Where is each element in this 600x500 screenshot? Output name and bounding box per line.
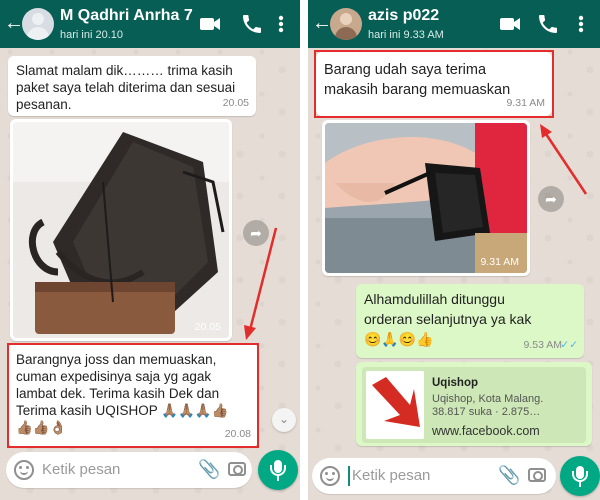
chat-screen-left: ← M Qadhri Anrha 7 hari ini 20.10 Slamat… — [0, 0, 300, 500]
message-time: 9.53 AM — [523, 339, 562, 351]
link-preview-title: Uqishop — [432, 377, 478, 389]
emoji-icon[interactable] — [320, 466, 340, 486]
mic-button[interactable] — [258, 450, 298, 490]
attach-icon[interactable]: 📎 — [498, 466, 520, 484]
link-preview-url[interactable]: www.facebook.com — [432, 423, 540, 440]
message-input-placeholder[interactable]: Ketik pesan — [42, 461, 120, 478]
annotation-arrow — [244, 227, 278, 340]
facebook-thumbnail — [366, 371, 424, 439]
camera-icon[interactable] — [528, 468, 546, 482]
mic-button[interactable] — [560, 456, 600, 496]
link-preview-description: Uqishop, Kota Malang. 38.817 suka · 2.87… — [432, 393, 544, 418]
emoji-icon[interactable] — [14, 460, 34, 480]
link-preview-card[interactable]: Uqishop Uqishop, Kota Malang. 38.817 suk… — [362, 367, 586, 443]
outgoing-message-bubble[interactable]: Alhamdulillah ditunggu orderan selanjutn… — [356, 284, 584, 358]
chat-screen-right: ← azis p022 hari ini 9.33 AM Barang udah… — [308, 0, 600, 500]
attach-icon[interactable]: 📎 — [198, 460, 220, 478]
camera-icon[interactable] — [228, 462, 246, 476]
text-cursor — [348, 466, 350, 486]
message-input-placeholder[interactable]: Ketik pesan — [352, 467, 430, 484]
red-arrow-logo-icon — [366, 371, 424, 439]
message-input-bar[interactable]: Ketik pesan 📎 — [312, 458, 556, 494]
read-receipt-icon: ✓✓ — [560, 339, 578, 351]
message-input-bar[interactable]: Ketik pesan 📎 — [6, 452, 252, 488]
link-preview-bubble[interactable]: Uqishop Uqishop, Kota Malang. 38.817 suk… — [356, 362, 592, 446]
